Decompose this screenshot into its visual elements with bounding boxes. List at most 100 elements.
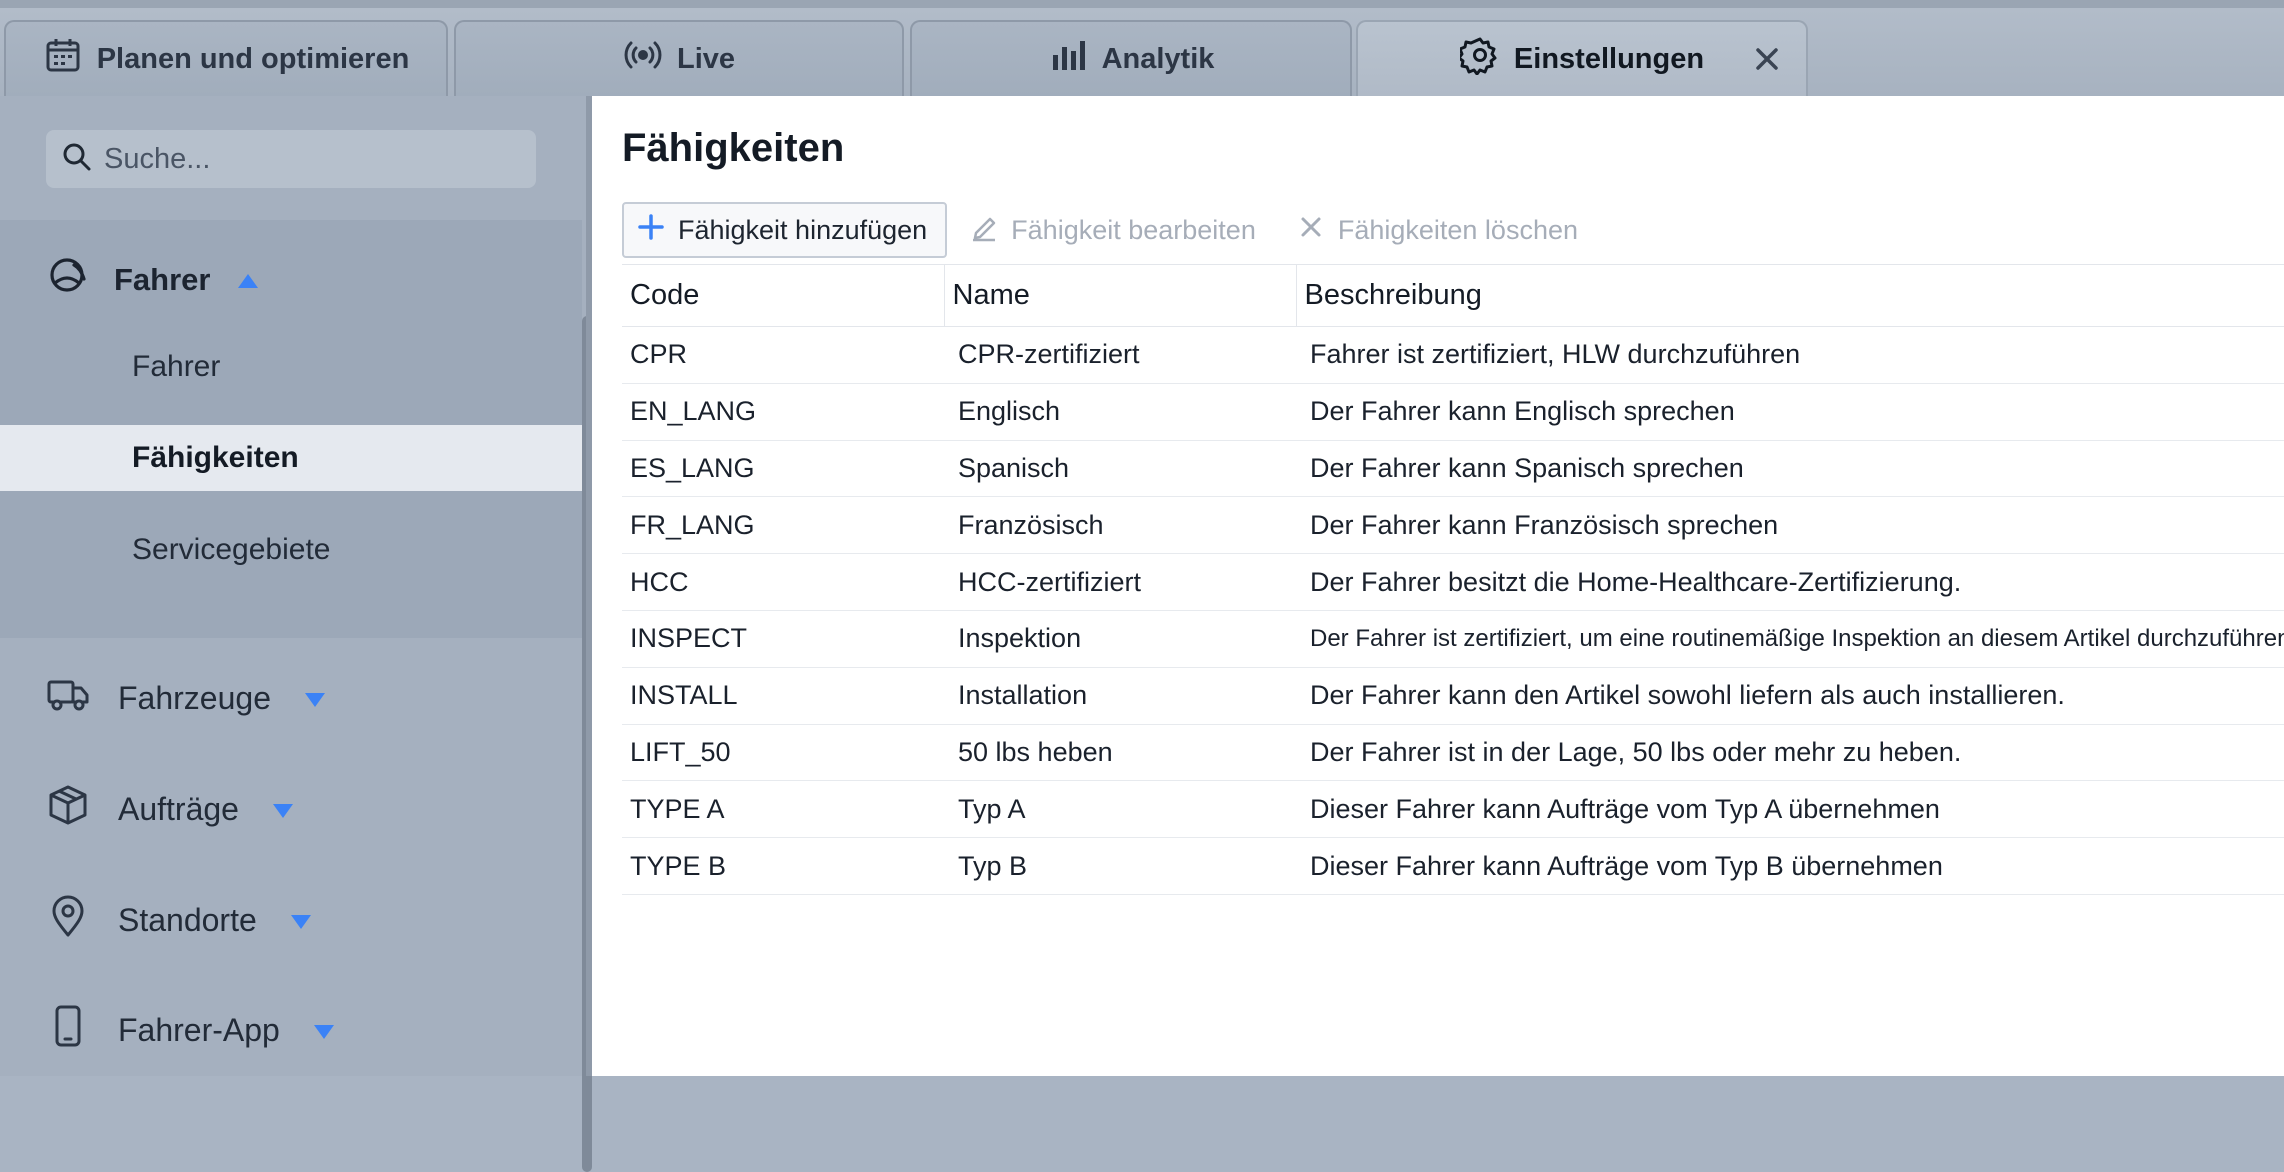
cell-code: INSTALL	[622, 667, 944, 725]
search-input[interactable]	[104, 142, 524, 176]
table-row[interactable]: ES_LANG Spanisch Der Fahrer kann Spanisc…	[622, 440, 2284, 498]
cell-code: INSPECT	[622, 610, 944, 668]
tab-bar: Planen und optimieren Live Analytik Eins…	[0, 0, 2284, 96]
search-icon	[60, 140, 94, 179]
cell-code: CPR	[622, 326, 944, 384]
cell-description: Der Fahrer kann den Artikel sowohl liefe…	[1296, 667, 2284, 725]
sidebar-item-skills[interactable]: Fähigkeiten	[0, 425, 582, 491]
cell-name: Installation	[944, 667, 1296, 725]
cell-code: TYPE A	[622, 780, 944, 839]
cell-name: 50 lbs heben	[944, 724, 1296, 782]
tab-label: Planen und optimieren	[96, 42, 410, 75]
tab-plan-optimize[interactable]: Planen und optimieren	[4, 20, 448, 96]
cell-name: Inspektion	[944, 610, 1296, 668]
cell-code: FR_LANG	[622, 496, 944, 555]
main-content: Fähigkeiten Fähigkeit hinzufügen Fähigke…	[586, 96, 2284, 1076]
column-header-name[interactable]: Name	[944, 264, 1297, 327]
table-row[interactable]: INSPECT Inspektion Der Fahrer ist zertif…	[622, 610, 2284, 668]
plus-icon	[636, 212, 666, 249]
sidebar-item-driver-app[interactable]: Fahrer-App	[46, 1000, 336, 1060]
cell-code: EN_LANG	[622, 383, 944, 441]
sidebar: Fahrer Fahrer Fähigkeiten Servicegebiete…	[0, 96, 592, 1172]
cell-description: Der Fahrer kann Englisch sprechen	[1296, 383, 2284, 441]
cell-name: Französisch	[944, 496, 1296, 555]
driver-icon	[46, 253, 92, 307]
map-pin-icon	[46, 894, 90, 946]
page-title: Fähigkeiten	[622, 126, 845, 170]
caret-up-icon	[232, 262, 260, 298]
table-header-row: Code Name Beschreibung	[622, 264, 2284, 327]
caret-down-icon	[285, 902, 313, 939]
cell-description: Der Fahrer ist in der Lage, 50 lbs oder …	[1296, 724, 2284, 782]
smartphone-icon	[46, 1004, 90, 1056]
sidebar-item-label: Fahrer-App	[118, 1011, 280, 1048]
cell-description: Fahrer ist zertifiziert, HLW durchzuführ…	[1296, 326, 2284, 384]
sidebar-group-label: Fahrer	[114, 262, 211, 297]
caret-down-icon	[299, 680, 327, 717]
add-skill-label: Fähigkeit hinzufügen	[678, 214, 928, 245]
bar-chart-icon	[1048, 35, 1088, 83]
cell-description: Dieser Fahrer kann Aufträge vom Typ B üb…	[1296, 837, 2284, 895]
caret-down-icon	[267, 791, 295, 828]
cell-name: CPR-zertifiziert	[944, 326, 1296, 384]
cell-code: ES_LANG	[622, 440, 944, 498]
delete-skills-button[interactable]: Fähigkeiten löschen	[1284, 202, 1596, 258]
cell-name: Typ B	[944, 837, 1296, 895]
tab-live[interactable]: Live	[454, 20, 904, 96]
cell-description: Dieser Fahrer kann Aufträge vom Typ A üb…	[1296, 780, 2284, 839]
sidebar-item-label: Standorte	[118, 901, 257, 938]
sidebar-item-locations[interactable]: Standorte	[46, 890, 313, 950]
sidebar-group-drivers[interactable]: Fahrer	[46, 250, 260, 310]
column-header-code[interactable]: Code	[622, 264, 945, 327]
broadcast-icon	[623, 35, 663, 83]
table-row[interactable]: INSTALL Installation Der Fahrer kann den…	[622, 667, 2284, 725]
tab-label: Analytik	[1101, 42, 1215, 75]
table-row[interactable]: TYPE B Typ B Dieser Fahrer kann Aufträge…	[622, 837, 2284, 895]
cell-name: Typ A	[944, 780, 1296, 839]
delete-skills-label: Fähigkeiten löschen	[1337, 214, 1578, 245]
close-tab-icon[interactable]	[1750, 42, 1784, 76]
gear-icon	[1457, 35, 1500, 83]
cell-name: HCC-zertifiziert	[944, 553, 1296, 611]
table-row[interactable]: FR_LANG Französisch Der Fahrer kann Fran…	[622, 496, 2284, 555]
sidebar-item-label: Fahrzeuge	[118, 679, 271, 716]
skills-table: Code Name Beschreibung CPR CPR-zertifizi…	[622, 264, 2284, 895]
truck-icon	[46, 672, 90, 724]
tab-settings[interactable]: Einstellungen	[1356, 20, 1808, 96]
sidebar-item-label: Servicegebiete	[132, 533, 331, 566]
table-row[interactable]: TYPE A Typ A Dieser Fahrer kann Aufträge…	[622, 780, 2284, 839]
sidebar-item-drivers[interactable]: Fahrer	[0, 334, 582, 400]
table-row[interactable]: HCC HCC-zertifiziert Der Fahrer besitzt …	[622, 553, 2284, 611]
caret-down-icon	[308, 1012, 336, 1049]
box-icon	[46, 783, 90, 835]
cell-description: Der Fahrer kann Spanisch sprechen	[1296, 440, 2284, 498]
table-row[interactable]: EN_LANG Englisch Der Fahrer kann Englisc…	[622, 383, 2284, 441]
cell-code: HCC	[622, 553, 944, 611]
table-row[interactable]: CPR CPR-zertifiziert Fahrer ist zertifiz…	[622, 326, 2284, 384]
close-icon	[1296, 212, 1326, 249]
toolbar: Fähigkeit hinzufügen Fähigkeit bearbeite…	[622, 202, 1596, 258]
add-skill-button[interactable]: Fähigkeit hinzufügen	[622, 202, 948, 258]
sidebar-item-service-areas[interactable]: Servicegebiete	[0, 517, 582, 583]
cell-code: LIFT_50	[622, 724, 944, 782]
table-row[interactable]: LIFT_50 50 lbs heben Der Fahrer ist in d…	[622, 724, 2284, 782]
sidebar-item-orders[interactable]: Aufträge	[46, 779, 295, 839]
cell-description: Der Fahrer kann Französisch sprechen	[1296, 496, 2284, 555]
tab-label: Einstellungen	[1513, 42, 1705, 75]
sidebar-item-vehicles[interactable]: Fahrzeuge	[46, 668, 327, 728]
tab-label: Live	[676, 42, 736, 75]
column-header-description[interactable]: Beschreibung	[1296, 264, 2284, 327]
cell-description: Der Fahrer ist zertifiziert, um eine rou…	[1296, 610, 2284, 668]
sidebar-item-label: Fahrer	[132, 350, 221, 383]
tab-analytics[interactable]: Analytik	[910, 20, 1352, 96]
cell-description: Der Fahrer besitzt die Home-Healthcare-Z…	[1296, 553, 2284, 611]
calendar-icon	[43, 35, 83, 83]
edit-skill-button[interactable]: Fähigkeit bearbeiten	[957, 202, 1274, 258]
sidebar-item-label: Aufträge	[118, 790, 239, 827]
edit-skill-label: Fähigkeit bearbeiten	[1011, 214, 1256, 245]
pencil-icon	[969, 212, 999, 249]
cell-name: Spanisch	[944, 440, 1296, 498]
sidebar-item-label: Fähigkeiten	[132, 441, 299, 474]
cell-name: Englisch	[944, 383, 1296, 441]
sidebar-search[interactable]	[46, 130, 536, 188]
